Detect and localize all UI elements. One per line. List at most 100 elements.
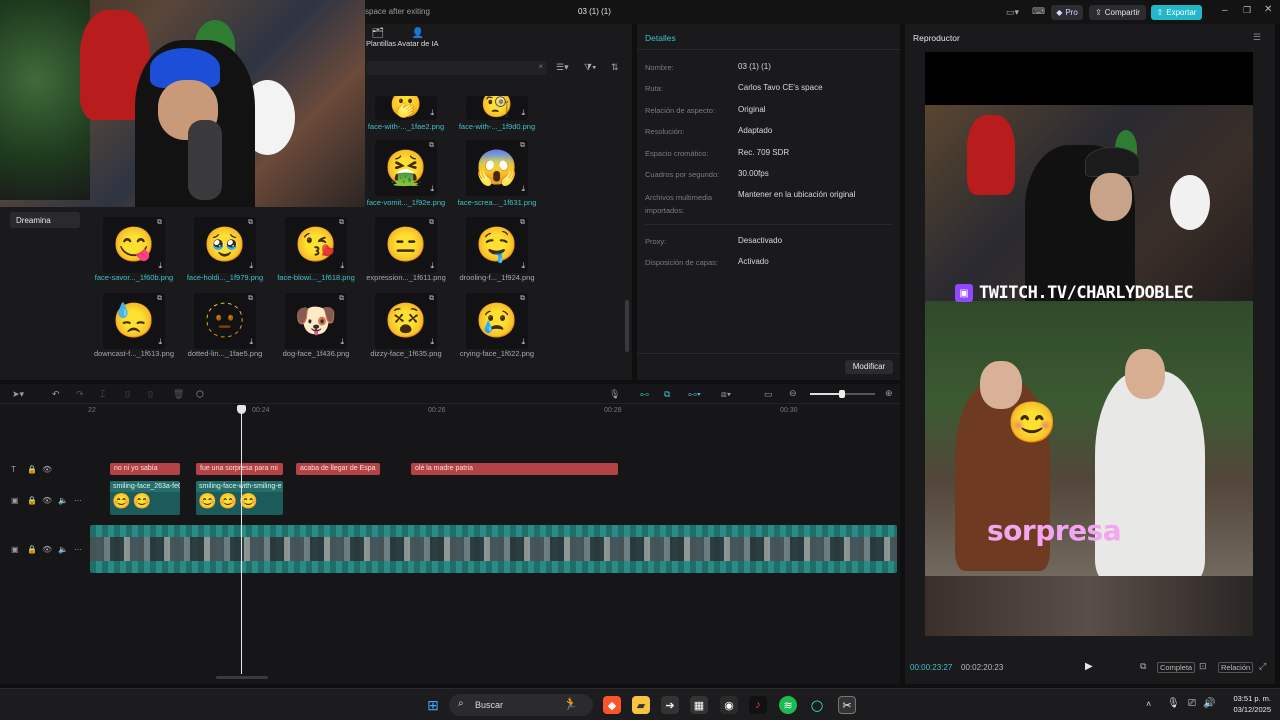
fullscreen-icon[interactable]: ⤢ bbox=[1259, 661, 1266, 672]
tab-plantillas[interactable]: 🗂 Plantillas bbox=[366, 28, 396, 48]
media-thumbnail[interactable]: 🫥 ⧉ ⤓ bbox=[194, 293, 256, 349]
share-button[interactable]: ⇪ Compartir bbox=[1089, 5, 1146, 20]
obs-icon[interactable]: ◉ bbox=[720, 696, 738, 714]
sticker-clip[interactable]: smiling-face-with-smiling-e 😊😊😊 bbox=[196, 481, 283, 515]
lock-icon[interactable]: 🔒 bbox=[27, 545, 37, 554]
eye-icon[interactable]: 👁 bbox=[42, 545, 52, 554]
redo-icon[interactable]: ↷ bbox=[76, 389, 84, 400]
media-thumbnail[interactable]: 😋 ⧉ ⤓ bbox=[103, 217, 165, 273]
lock-icon[interactable]: 🔒 bbox=[27, 465, 37, 474]
layout-icon[interactable]: ▭▾ bbox=[1006, 7, 1019, 18]
network-icon[interactable]: ⎚ bbox=[1188, 698, 1196, 709]
crop-icon[interactable]: ⧉ bbox=[1140, 661, 1146, 672]
file-explorer-icon[interactable]: ▰ bbox=[632, 696, 650, 714]
text-clip[interactable]: fue una sorpresa para mi bbox=[196, 463, 283, 475]
select-tool-icon[interactable]: ➤▾ bbox=[12, 389, 24, 400]
download-icon[interactable]: ⤓ bbox=[430, 261, 434, 271]
split-right-icon[interactable]: ⌷ bbox=[148, 389, 153, 400]
download-icon[interactable]: ⤓ bbox=[430, 337, 434, 347]
download-icon[interactable]: ⤓ bbox=[158, 261, 162, 271]
download-icon[interactable]: ⤓ bbox=[340, 337, 344, 347]
full-quality-button[interactable]: Completa bbox=[1157, 662, 1196, 673]
minimize-icon[interactable]: – bbox=[1222, 5, 1228, 16]
preview-axis-icon[interactable]: ⧈▾ bbox=[721, 389, 731, 400]
zoom-in-icon[interactable]: ⊕ bbox=[885, 388, 893, 399]
more-icon[interactable]: ⋯ bbox=[74, 496, 82, 505]
eye-icon[interactable]: 👁 bbox=[42, 496, 52, 505]
app-circle-icon[interactable]: ◯ bbox=[808, 696, 826, 714]
link-icon[interactable]: ⧟ bbox=[640, 389, 649, 400]
close-icon[interactable]: ✕ bbox=[1264, 4, 1272, 15]
ratio-button[interactable]: Relación bbox=[1218, 662, 1254, 673]
pro-button[interactable]: ◆ Pro bbox=[1051, 5, 1083, 20]
download-icon[interactable]: ⤓ bbox=[249, 261, 253, 271]
download-icon[interactable]: ⤓ bbox=[521, 337, 525, 347]
media-thumbnail[interactable]: 🤤 ⧉ ⤓ bbox=[466, 217, 528, 273]
playhead[interactable] bbox=[241, 406, 242, 674]
search-input[interactable]: × bbox=[366, 61, 547, 75]
capcut-icon[interactable]: ✂ bbox=[838, 696, 856, 714]
playhead-handle[interactable] bbox=[237, 405, 246, 414]
media-thumbnail[interactable]: 🥹 ⧉ ⤓ bbox=[194, 217, 256, 273]
maximize-icon[interactable]: ❐ bbox=[1243, 5, 1251, 16]
media-thumbnail[interactable]: 😱 ⧉ ⤓ bbox=[466, 140, 528, 196]
brave-icon[interactable]: ◆ bbox=[603, 696, 621, 714]
download-icon[interactable]: ⤓ bbox=[249, 337, 253, 347]
app-grid-icon[interactable]: ▦ bbox=[690, 696, 708, 714]
more-icon[interactable]: ⋯ bbox=[74, 545, 82, 554]
download-icon[interactable]: ⤓ bbox=[521, 184, 525, 194]
zoom-handle[interactable] bbox=[839, 390, 845, 398]
windows-start-icon[interactable]: ⊞ bbox=[424, 696, 442, 714]
download-icon[interactable]: ⤓ bbox=[430, 184, 434, 194]
text-clip[interactable]: no ni yo sabía bbox=[110, 463, 180, 475]
text-clip[interactable]: acaba de llegar de Espa bbox=[296, 463, 380, 475]
audio-icon[interactable]: 🔈 bbox=[58, 545, 68, 554]
spotify-icon[interactable]: ≋ bbox=[779, 696, 797, 714]
download-icon[interactable]: ⤓ bbox=[430, 108, 434, 118]
clear-icon[interactable]: × bbox=[538, 62, 543, 71]
media-thumbnail[interactable]: 😓 ⧉ ⤓ bbox=[103, 293, 165, 349]
audio-icon[interactable]: 🔈 bbox=[58, 496, 68, 505]
tiktok-icon[interactable]: ♪ bbox=[749, 696, 767, 714]
sort-icon[interactable]: ☰▾ bbox=[556, 62, 569, 73]
split-left-icon[interactable]: ⌷ bbox=[125, 389, 130, 400]
media-thumbnail[interactable]: 🤮 ⧉ ⤓ bbox=[375, 140, 437, 196]
split-icon[interactable]: ⌶ bbox=[100, 389, 105, 400]
media-thumbnail[interactable]: 😢 ⧉ ⤓ bbox=[466, 293, 528, 349]
media-thumbnail[interactable]: 🧐 ⤓ bbox=[466, 96, 528, 120]
taskbar-search[interactable]: ⌕ Buscar 🏃 bbox=[449, 694, 593, 716]
zoom-out-icon[interactable]: ⊖ bbox=[789, 388, 797, 399]
media-scrollbar[interactable] bbox=[625, 300, 629, 352]
menu-icon[interactable]: ☰ bbox=[1253, 32, 1261, 43]
filter-icon[interactable]: ⧩▾ bbox=[584, 62, 596, 73]
mic-icon[interactable]: 🎙 bbox=[609, 389, 620, 400]
media-thumbnail[interactable]: 😘 ⧉ ⤓ bbox=[285, 217, 347, 273]
undo-icon[interactable]: ↶ bbox=[52, 389, 60, 400]
app-arrow-icon[interactable]: ➔ bbox=[661, 696, 679, 714]
modify-button[interactable]: Modificar bbox=[845, 360, 893, 374]
download-icon[interactable]: ⤓ bbox=[158, 337, 162, 347]
export-button[interactable]: ⇧ Exportar bbox=[1151, 5, 1202, 20]
download-icon[interactable]: ⤓ bbox=[521, 108, 525, 118]
main-video-clip[interactable] bbox=[90, 525, 897, 573]
media-thumbnail[interactable]: 😵 ⧉ ⤓ bbox=[375, 293, 437, 349]
order-icon[interactable]: ⇅ bbox=[611, 62, 619, 73]
sticker-clip[interactable]: smiling-face_263a-fe0 😊😊 bbox=[110, 481, 180, 515]
eye-icon[interactable]: 👁 bbox=[42, 465, 52, 474]
snapshot-icon[interactable]: ⊡ bbox=[1199, 661, 1207, 672]
text-clip[interactable]: olé la madre patria bbox=[411, 463, 618, 475]
caption-icon[interactable]: ▭ bbox=[764, 389, 773, 400]
media-thumbnail[interactable]: 🫢 ⤓ bbox=[375, 96, 437, 120]
clock-date[interactable]: 03/12/2025 bbox=[1227, 705, 1271, 714]
zoom-slider[interactable] bbox=[810, 390, 875, 398]
mic-icon[interactable]: 🎙 bbox=[1167, 698, 1180, 709]
download-icon[interactable]: ⤓ bbox=[340, 261, 344, 271]
sidebar-item-dreamina[interactable]: Dreamina bbox=[10, 212, 80, 228]
clock-time[interactable]: 03:51 p. m. bbox=[1227, 694, 1271, 703]
timeline-scrollbar[interactable] bbox=[216, 676, 268, 679]
volume-icon[interactable]: 🔊 bbox=[1203, 698, 1215, 709]
shortcuts-icon[interactable]: ⌨ bbox=[1032, 6, 1045, 17]
tab-avatar-ia[interactable]: 👤 Avatar de IA bbox=[396, 28, 440, 48]
play-icon[interactable]: ▶ bbox=[1085, 661, 1093, 672]
magnet-icon[interactable]: ⧟▾ bbox=[688, 389, 701, 400]
